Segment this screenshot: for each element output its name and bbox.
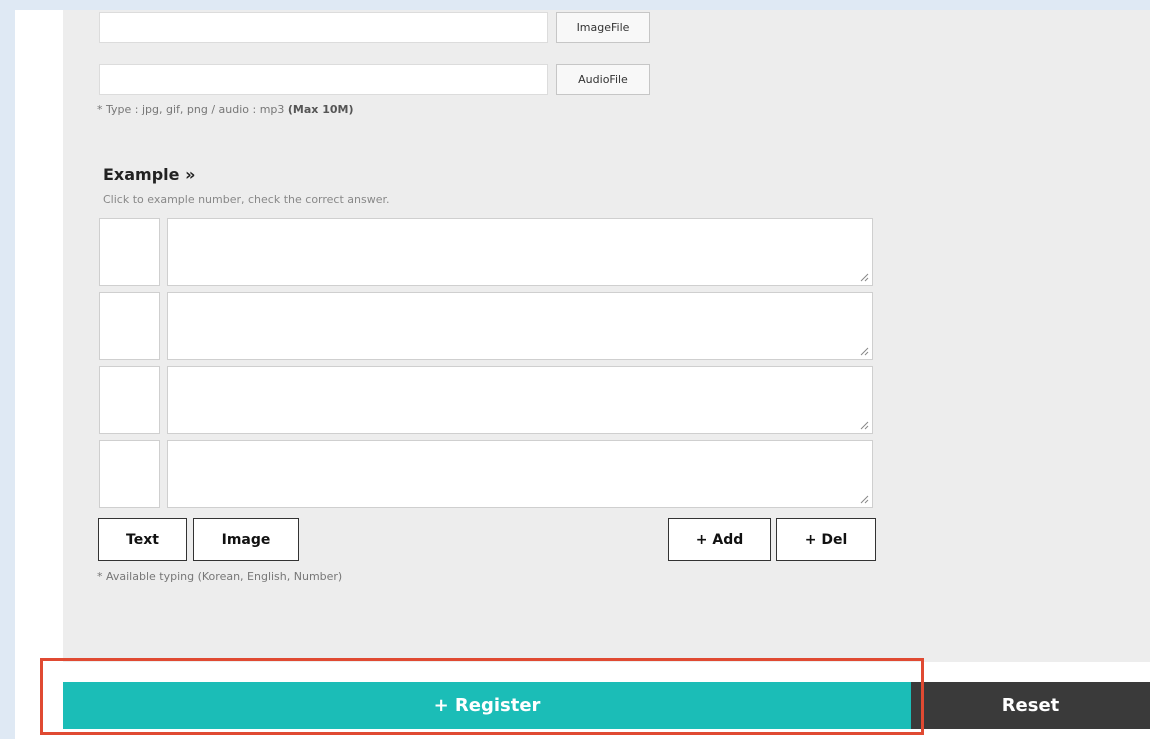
register-button[interactable]: + Register bbox=[63, 682, 911, 729]
example-number-1[interactable] bbox=[99, 218, 160, 286]
image-file-field[interactable] bbox=[99, 12, 548, 43]
file-type-note: * Type : jpg, gif, png / audio : mp3 (Ma… bbox=[97, 103, 354, 116]
reset-button[interactable]: Reset bbox=[911, 682, 1150, 729]
typing-note: * Available typing (Korean, English, Num… bbox=[97, 570, 343, 583]
example-answer-2[interactable] bbox=[167, 292, 873, 360]
resize-handle-icon[interactable] bbox=[859, 494, 869, 504]
left-margin bbox=[0, 0, 15, 739]
text-mode-button[interactable]: Text bbox=[98, 518, 187, 561]
example-number-2[interactable] bbox=[99, 292, 160, 360]
example-answer-1[interactable] bbox=[167, 218, 873, 286]
example-subtitle: Click to example number, check the corre… bbox=[103, 193, 390, 206]
add-example-button[interactable]: + Add bbox=[668, 518, 771, 561]
image-file-button[interactable]: ImageFile bbox=[556, 12, 650, 43]
resize-handle-icon[interactable] bbox=[859, 420, 869, 430]
resize-handle-icon[interactable] bbox=[859, 346, 869, 356]
audio-file-button[interactable]: AudioFile bbox=[556, 64, 650, 95]
file-size-limit: (Max 10M) bbox=[287, 103, 354, 116]
delete-example-button[interactable]: + Del bbox=[776, 518, 876, 561]
image-mode-button[interactable]: Image bbox=[193, 518, 299, 561]
example-answer-3[interactable] bbox=[167, 366, 873, 434]
audio-file-field[interactable] bbox=[99, 64, 548, 95]
example-number-4[interactable] bbox=[99, 440, 160, 508]
file-type-note-text: * Type : jpg, gif, png / audio : mp3 bbox=[97, 103, 285, 116]
example-answer-4[interactable] bbox=[167, 440, 873, 508]
example-title: Example » bbox=[103, 165, 196, 184]
example-number-3[interactable] bbox=[99, 366, 160, 434]
resize-handle-icon[interactable] bbox=[859, 272, 869, 282]
